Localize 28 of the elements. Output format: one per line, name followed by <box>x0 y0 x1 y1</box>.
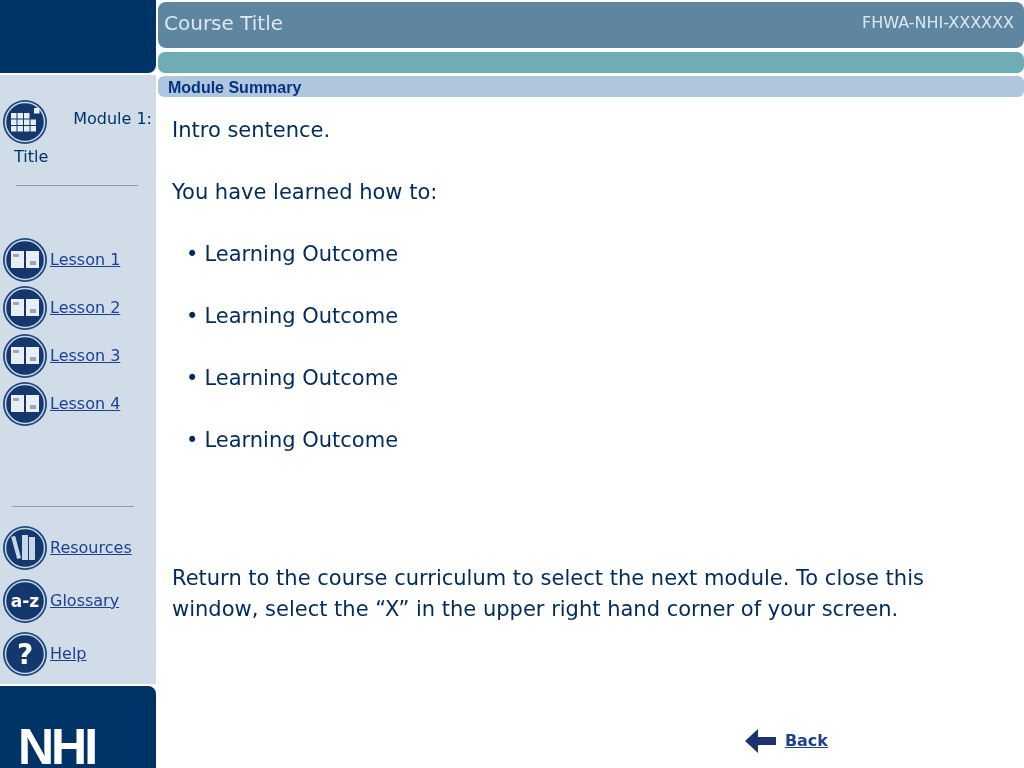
bullet: • <box>186 365 199 392</box>
nav-link[interactable]: Help <box>50 641 87 666</box>
lesson-link[interactable]: Lesson 3 <box>50 344 121 368</box>
lesson-link[interactable]: Lesson 4 <box>50 392 121 416</box>
outcome-text: Learning Outcome <box>204 427 399 454</box>
help-icon: ? <box>2 630 48 677</box>
module-title: Title <box>13 146 50 168</box>
lesson-link[interactable]: Lesson 1 <box>50 248 121 272</box>
lesson-link[interactable]: Lesson 2 <box>50 296 121 320</box>
bullet: • <box>186 427 199 454</box>
lead-text: You have learned how to: <box>172 179 439 206</box>
outcome-text: Learning Outcome <box>204 241 399 268</box>
outcome-text: Learning Outcome <box>204 303 399 330</box>
section-title: Module Summary <box>168 79 302 96</box>
closing-text: Return to the course curriculum to select the next module. To close this window, select the “X” in the upper right hand corner of your screen. <box>172 565 925 623</box>
nav-link[interactable]: Glossary <box>50 588 120 613</box>
logo-text: NHI <box>18 722 96 768</box>
outcome-text: Learning Outcome <box>204 365 399 392</box>
course-title: Course Title <box>164 10 284 37</box>
course-code: FHWA-NHI-XXXXXX <box>862 12 1014 34</box>
bullet: • <box>186 303 199 330</box>
glossary-icon: a-z <box>2 577 48 624</box>
intro-text: Intro sentence. <box>172 117 332 144</box>
back-link[interactable]: Back <box>784 729 828 753</box>
module-label: Module 1: <box>73 108 152 130</box>
back-arrow-icon[interactable] <box>744 728 777 754</box>
nav-link[interactable]: Resources <box>50 535 132 560</box>
bullet: • <box>186 241 199 268</box>
